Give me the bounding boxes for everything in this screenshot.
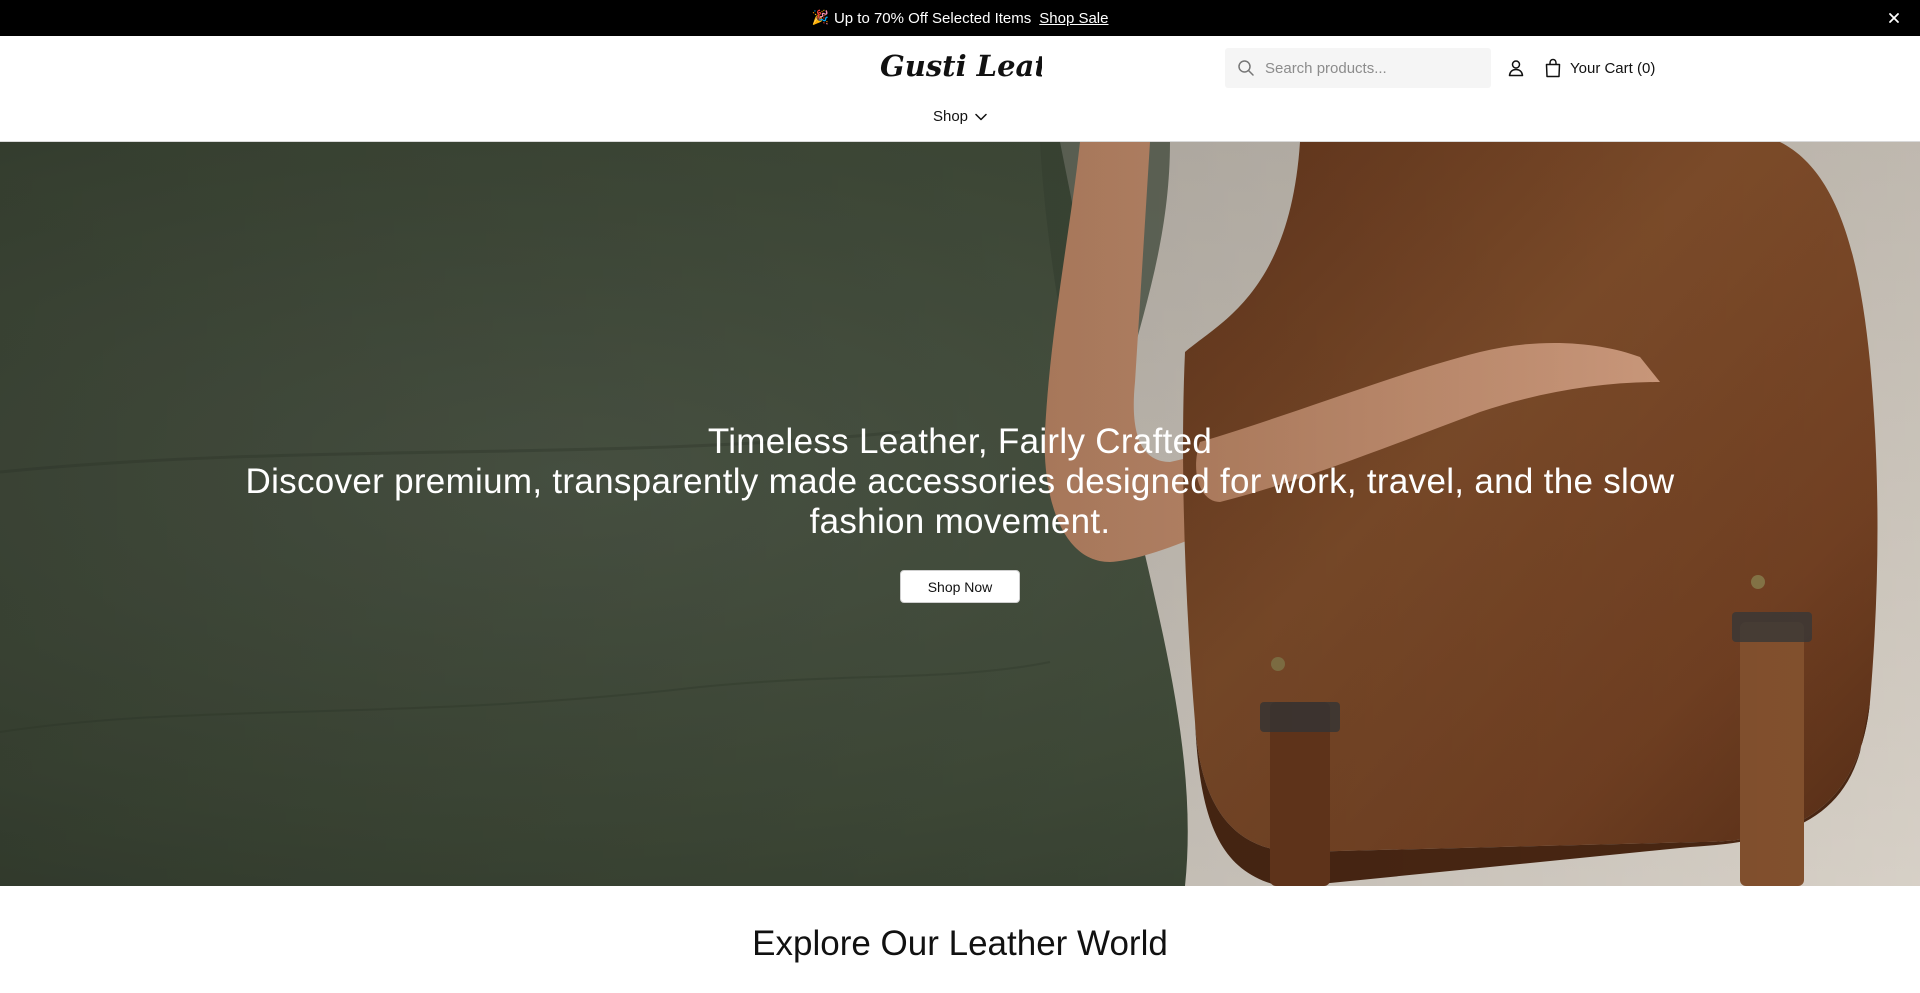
user-icon[interactable] — [1506, 58, 1526, 78]
shop-sale-link[interactable]: Shop Sale — [1039, 10, 1108, 27]
announcement-bar: 🎉 Up to 70% Off Selected Items Shop Sale — [0, 0, 1920, 36]
shop-now-button[interactable]: Shop Now — [900, 570, 1020, 603]
hero-banner: Timeless Leather, Fairly Crafted Discove… — [0, 142, 1920, 886]
svg-text:Gusti Leather: Gusti Leather — [880, 49, 1042, 83]
cart-button[interactable]: Your Cart (0) — [1544, 56, 1655, 80]
nav-item-shop[interactable]: Shop — [933, 108, 987, 125]
nav-item-label: Shop — [932, 108, 969, 125]
search-icon — [1238, 60, 1254, 76]
hero-copy: Timeless Leather, Fairly Crafted Discove… — [0, 422, 1920, 542]
hero-subtitle: Discover premium, transparently made acc… — [245, 462, 1675, 541]
site-header: Gusti Leather Your Cart (0) Shop — [0, 36, 1920, 142]
announcement-text: Up to 70% Off Selected Items — [833, 9, 1032, 27]
main-nav: Shop — [0, 108, 1920, 125]
section-title: Explore Our Leather World — [752, 924, 1168, 963]
chevron-down-icon — [975, 113, 987, 120]
cart-label: Your Cart (0) — [1570, 59, 1656, 77]
brand-logo[interactable]: Gusti Leather — [878, 46, 1105, 88]
search-bar[interactable] — [1225, 48, 1491, 88]
close-icon[interactable] — [1884, 8, 1904, 28]
search-input[interactable] — [1265, 59, 1475, 77]
shopping-bag-icon — [1545, 58, 1561, 78]
hero-title: Timeless Leather, Fairly Crafted — [707, 422, 1213, 461]
party-popper-icon: 🎉 — [811, 10, 829, 26]
